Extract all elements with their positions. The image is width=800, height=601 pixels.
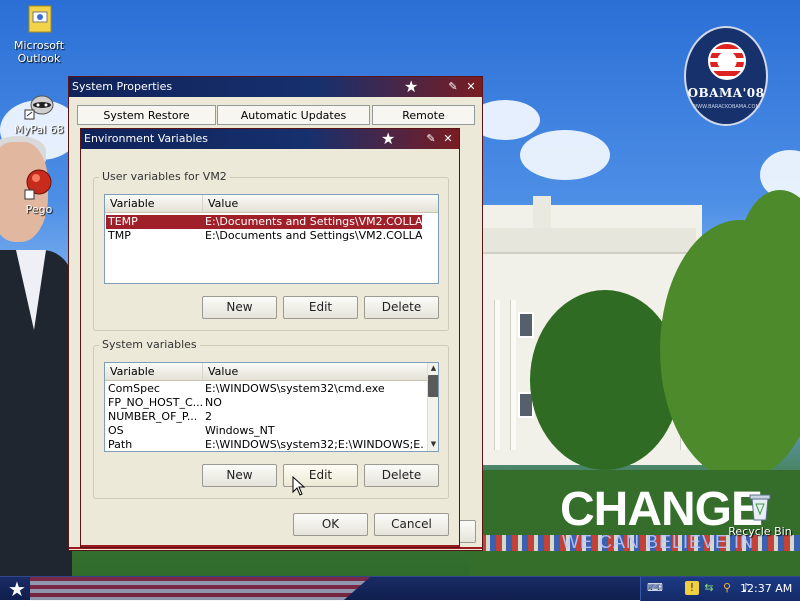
window-title: System Properties [72, 80, 173, 93]
white-house-column [510, 300, 516, 450]
cloud [520, 130, 610, 180]
clock[interactable]: 12:37 AM [740, 577, 792, 601]
list-item-number-of-processors[interactable]: NUMBER_OF_P... 2 [106, 410, 426, 424]
desktop-icon-label: MyPal 68 [14, 123, 64, 136]
variable-value: 2 [205, 410, 212, 423]
variable-name: FP_NO_HOST_C... [108, 396, 204, 409]
network-icon[interactable]: ⇆ [702, 581, 716, 595]
scroll-up-icon[interactable]: ▲ [428, 363, 438, 374]
column-header-value[interactable]: Value [203, 363, 428, 381]
sun-logo-icon [708, 42, 746, 80]
column-header-variable[interactable]: Variable [105, 195, 203, 213]
user-edit-button[interactable]: Edit [283, 296, 358, 319]
mouse-cursor-icon [292, 475, 306, 496]
tab-system-restore[interactable]: System Restore [77, 105, 216, 125]
desktop-icon-recycle-bin[interactable]: Recycle Bin [724, 490, 796, 538]
desktop-icon-label: Pego [25, 203, 53, 216]
tab-label: Automatic Updates [240, 109, 347, 122]
variable-name: Path [108, 438, 133, 451]
variable-name: NUMBER_OF_P... [108, 410, 198, 423]
desktop-icon-label: Recycle Bin [728, 525, 792, 538]
help-button[interactable]: ✎ [424, 131, 438, 146]
variable-value: E:\Documents and Settings\VM2.COLLAB... [205, 229, 422, 242]
variable-name: TEMP [108, 215, 138, 228]
list-header: Variable Value [105, 195, 438, 213]
tab-label: System Restore [103, 109, 190, 122]
column-header-variable[interactable]: Variable [105, 363, 203, 381]
column-header-value[interactable]: Value [203, 195, 438, 213]
search-icon[interactable]: ⚲ [720, 581, 734, 595]
list-header: Variable Value [105, 363, 438, 381]
user-variables-list[interactable]: Variable Value TEMP E:\Documents and Set… [104, 194, 439, 284]
star-icon: ★ [381, 129, 396, 148]
tree [530, 290, 680, 470]
white-house-window [518, 312, 534, 338]
logo-word: OBAMA'08 [687, 86, 765, 100]
keyboard-icon[interactable]: ⌨ [647, 581, 663, 595]
list-item-temp[interactable]: TEMP E:\Documents and Settings\VM2.COLLA… [106, 215, 422, 229]
variable-value: E:\WINDOWS\system32\cmd.exe [205, 382, 385, 395]
outlook-icon [23, 4, 55, 36]
list-item-fp-no-host[interactable]: FP_NO_HOST_C... NO [106, 396, 426, 410]
user-delete-button[interactable]: Delete [364, 296, 439, 319]
variable-value: NO [205, 396, 222, 409]
environment-variables-titlebar[interactable]: Environment Variables ★ ✎ ✕ [81, 129, 459, 149]
variable-value: E:\Documents and Settings\VM2.COLLAB... [205, 215, 422, 228]
obama-logo: OBAMA'08 WWW.BARACKOBAMA.COM [684, 26, 768, 126]
recycle-bin-icon [744, 490, 776, 522]
dialog-bottom-border [81, 545, 459, 547]
variable-name: OS [108, 424, 124, 437]
taskbar: ★ ⌨ ! ⇆ ⚲ ♪ 12:37 AM [0, 576, 800, 601]
system-variables-group: System variables Variable Value ComSpec … [93, 338, 449, 499]
white-house-column [494, 300, 500, 450]
desktop-icon-outlook[interactable]: Microsoft Outlook [3, 4, 75, 65]
variable-value: Windows_NT [205, 424, 275, 437]
star-icon: ★ [404, 77, 419, 96]
system-apply-button[interactable] [458, 520, 476, 543]
variable-name: TMP [108, 229, 131, 242]
scroll-down-icon[interactable]: ▼ [428, 439, 438, 450]
raccoon-icon [23, 88, 55, 120]
scroll-thumb[interactable] [428, 375, 438, 397]
desktop-icon-pego[interactable]: Pego [3, 168, 75, 216]
system-properties-titlebar[interactable]: System Properties ★ ✎ ✕ [69, 77, 482, 97]
variable-name: ComSpec [108, 382, 160, 395]
user-new-button[interactable]: New [202, 296, 277, 319]
cancel-button[interactable]: Cancel [374, 513, 449, 536]
taskbar-flag-stripes [30, 577, 370, 601]
white-house-cupola [533, 196, 551, 230]
tab-label: Remote [402, 109, 445, 122]
tab-automatic-updates[interactable]: Automatic Updates [217, 105, 370, 125]
list-item-comspec[interactable]: ComSpec E:\WINDOWS\system32\cmd.exe [106, 382, 426, 396]
tab-remote[interactable]: Remote [372, 105, 475, 125]
vertical-scrollbar[interactable]: ▲ ▼ [427, 363, 438, 451]
ok-button[interactable]: OK [293, 513, 368, 536]
white-house-roof [480, 228, 696, 254]
environment-variables-dialog: Environment Variables ★ ✎ ✕ User variabl… [80, 128, 460, 548]
list-item-os[interactable]: OS Windows_NT [106, 424, 426, 438]
desktop-icon-mypal[interactable]: MyPal 68 [3, 88, 75, 136]
system-new-button[interactable]: New [202, 464, 277, 487]
desktop-icon-label: Microsoft Outlook [13, 39, 65, 65]
pego-icon [23, 168, 55, 200]
list-item-path[interactable]: Path E:\WINDOWS\system32;E:\WINDOWS;E... [106, 438, 426, 451]
close-button[interactable]: ✕ [464, 79, 478, 94]
system-variables-label: System variables [99, 338, 200, 351]
help-button[interactable]: ✎ [446, 79, 460, 94]
user-variables-group: User variables for VM2 Variable Value TE… [93, 170, 449, 331]
shield-icon[interactable]: ! [685, 581, 699, 595]
close-button[interactable]: ✕ [441, 131, 455, 146]
user-variables-label: User variables for VM2 [99, 170, 230, 183]
list-item-tmp[interactable]: TMP E:\Documents and Settings\VM2.COLLAB… [106, 229, 422, 243]
system-variables-list[interactable]: Variable Value ComSpec E:\WINDOWS\system… [104, 362, 439, 452]
logo-url: WWW.BARACKOBAMA.COM [692, 104, 760, 110]
system-delete-button[interactable]: Delete [364, 464, 439, 487]
variable-value: E:\WINDOWS\system32;E:\WINDOWS;E... [205, 438, 425, 451]
start-button[interactable]: ★ [4, 578, 30, 600]
dialog-title: Environment Variables [84, 132, 209, 145]
